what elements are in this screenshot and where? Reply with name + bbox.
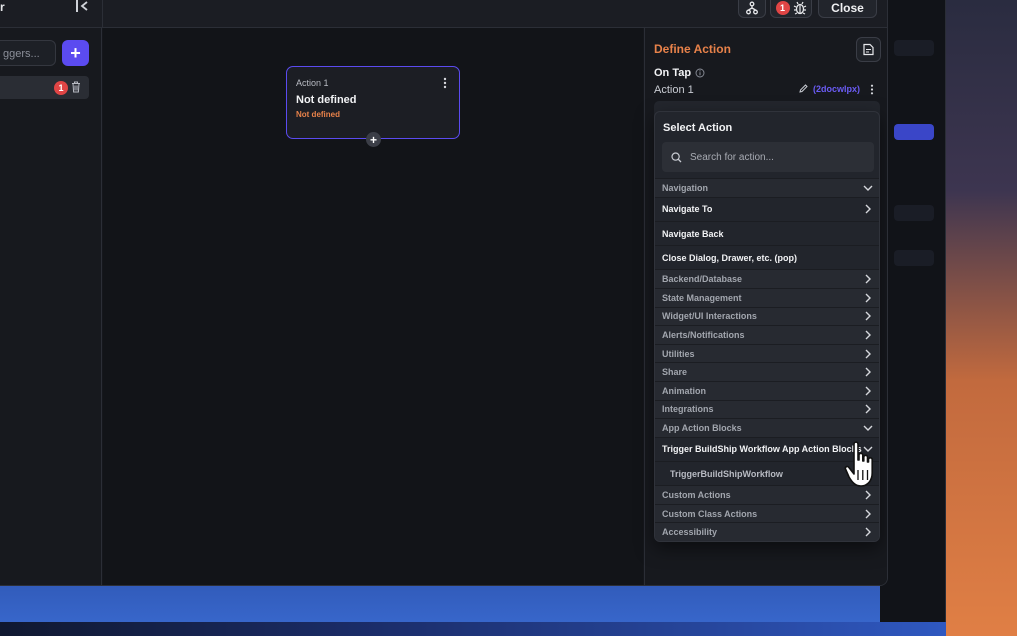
trash-icon[interactable] <box>71 81 81 93</box>
debug-badge: 1 <box>775 1 790 15</box>
kebab-menu-icon[interactable] <box>870 84 874 95</box>
action-row-label: Navigation <box>662 182 709 193</box>
background-window-bar <box>894 40 934 56</box>
trigger-row[interactable]: 1 <box>0 76 89 99</box>
bug-icon <box>793 1 806 15</box>
action-item-row[interactable]: Navigate Back <box>655 220 879 246</box>
debug-button[interactable]: 1 <box>770 0 812 18</box>
panel-title: Define Action <box>654 42 731 56</box>
hand-cursor-icon <box>844 441 873 487</box>
sidebar-divider <box>102 0 103 28</box>
action-category-row[interactable]: Backend/Database <box>655 269 879 289</box>
action-category-row[interactable]: Animation <box>655 381 879 400</box>
chevron-right-icon <box>865 204 871 214</box>
action-row-label: Share <box>662 367 688 378</box>
taskbar-strip <box>0 574 946 636</box>
action-row-label: Backend/Database <box>662 274 743 285</box>
trigger-type-label: On Tap <box>654 67 692 79</box>
action-row-label: App Action Blocks <box>662 423 742 434</box>
chevron-right-icon <box>865 386 871 396</box>
chevron-right-icon <box>865 367 871 377</box>
chevron-right-icon <box>865 527 871 537</box>
kebab-menu-icon[interactable] <box>443 77 447 89</box>
action-item-row[interactable]: Navigate To <box>655 196 879 221</box>
action-id-edit[interactable]: (2docwlpx) <box>798 83 860 94</box>
note-add-icon <box>863 43 874 56</box>
app-window: r 1 Close ggers... + 1 Action 1 Not defi… <box>0 0 888 586</box>
action-node[interactable]: Action 1 Not defined Not defined + <box>286 66 460 147</box>
panel-title-fragment: r <box>0 0 5 14</box>
search-icon <box>671 151 682 162</box>
action-node-name: Not defined <box>296 94 357 106</box>
background-window-bar <box>894 205 934 221</box>
triggers-sidebar: ggers... + 1 <box>0 28 102 585</box>
action-id: (2docwlpx) <box>813 83 861 94</box>
action-row-label: Custom Actions <box>662 489 731 500</box>
background-window-bar <box>894 250 934 266</box>
trigger-error-badge: 1 <box>54 81 68 95</box>
action-row-label: Integrations <box>662 404 714 415</box>
add-trigger-button[interactable]: + <box>62 40 89 66</box>
chevron-right-icon <box>865 311 871 321</box>
action-name-label: Action 1 <box>654 84 694 96</box>
action-row-label: Navigate Back <box>662 228 724 239</box>
action-search-input[interactable] <box>690 151 860 163</box>
action-row-label: Animation <box>662 385 706 396</box>
add-next-action-button[interactable]: + <box>366 132 381 147</box>
dropdown-title: Select Action <box>663 122 733 134</box>
notes-button[interactable] <box>856 37 881 62</box>
chevron-right-icon <box>865 404 871 414</box>
action-row-label: Alerts/Notifications <box>662 330 745 341</box>
action-row-label: Trigger BuildShip Workflow App Action Bl… <box>662 444 862 455</box>
chevron-down-icon <box>863 185 873 191</box>
chevron-right-icon <box>865 330 871 340</box>
action-category-row[interactable]: Navigation <box>655 178 879 197</box>
action-flow-canvas[interactable]: Action 1 Not defined Not defined + <box>103 28 643 585</box>
chevron-right-icon <box>865 349 871 359</box>
action-node-label: Action 1 <box>296 78 329 88</box>
action-row-label: Custom Class Actions <box>662 508 758 519</box>
action-category-row[interactable]: State Management <box>655 288 879 307</box>
action-category-row[interactable]: Custom Class Actions <box>655 503 879 523</box>
action-category-row[interactable]: Utilities <box>655 343 879 363</box>
action-category-row[interactable]: Accessibility <box>655 522 879 541</box>
chevron-right-icon <box>865 293 871 303</box>
background-window-bar <box>894 124 934 140</box>
action-category-row[interactable]: Share <box>655 362 879 382</box>
chevron-right-icon <box>865 274 871 284</box>
action-row-label: Accessibility <box>662 527 718 538</box>
action-row-label: Navigate To <box>662 204 713 215</box>
git-branch-icon <box>746 1 758 15</box>
background-window <box>880 0 946 625</box>
action-row-label: Utilities <box>662 348 695 359</box>
define-action-panel: Define Action On Tap Action 1 (2docwlpx) <box>644 28 887 585</box>
action-category-row[interactable]: Widget/UI Interactions <box>655 306 879 326</box>
trigger-heading: On Tap <box>654 67 705 79</box>
chevron-down-icon <box>863 425 873 432</box>
wallpaper-glow <box>937 0 1017 636</box>
action-row-label: Close Dialog, Drawer, etc. (pop) <box>662 252 798 263</box>
action-category-row[interactable]: App Action Blocks <box>655 418 879 437</box>
triggers-search-input[interactable]: ggers... <box>0 40 56 66</box>
top-bar: r 1 Close <box>0 0 887 28</box>
action-row-label: Widget/UI Interactions <box>662 311 757 322</box>
action-item-row[interactable]: Close Dialog, Drawer, etc. (pop) <box>655 245 879 270</box>
action-node-status: Not defined <box>296 110 340 119</box>
info-icon[interactable] <box>695 68 705 78</box>
action-row-label: State Management <box>662 292 742 303</box>
chevron-right-icon <box>865 509 871 519</box>
pencil-icon[interactable] <box>798 83 809 94</box>
close-button[interactable]: Close <box>818 0 877 18</box>
git-button[interactable] <box>738 0 766 18</box>
collapse-sidebar-icon[interactable] <box>74 0 90 14</box>
action-row-label: TriggerBuildShipWorkflow <box>670 468 783 479</box>
action-category-row[interactable]: Integrations <box>655 399 879 419</box>
action-search-box[interactable] <box>662 142 874 172</box>
action-category-row[interactable]: Alerts/Notifications <box>655 325 879 344</box>
chevron-right-icon <box>865 490 871 500</box>
